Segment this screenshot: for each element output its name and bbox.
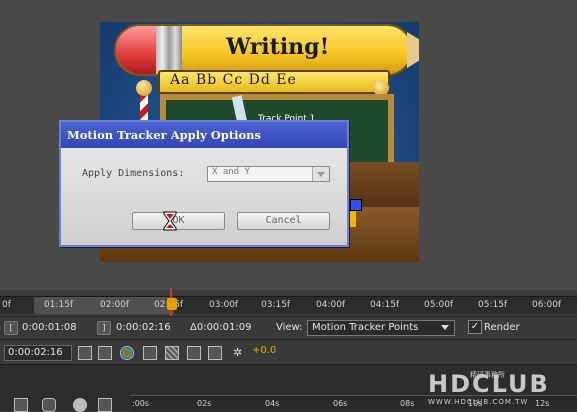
fast-previews-icon[interactable] bbox=[187, 346, 201, 360]
ruler-tick: 01:15f bbox=[44, 300, 74, 310]
color-channels-icon[interactable] bbox=[120, 346, 134, 360]
viewer-controls-row: [ 0:00:01:08 ] 0:00:02:16 Δ0:00:01:09 Vi… bbox=[0, 316, 577, 339]
current-time-marker[interactable] bbox=[167, 298, 177, 310]
dialog-title[interactable]: Motion Tracker Apply Options bbox=[61, 122, 347, 148]
chevron-down-icon[interactable] bbox=[312, 167, 329, 181]
timeline-tick: :00s bbox=[132, 399, 150, 408]
exposure-reset-icon[interactable]: ✲ bbox=[233, 346, 245, 359]
current-time-field[interactable]: 0:00:02:16 bbox=[4, 345, 72, 361]
set-in-point-icon[interactable]: [ bbox=[4, 321, 18, 335]
duration: Δ0:00:01:09 bbox=[190, 322, 252, 333]
timeline-tick: 04s bbox=[265, 399, 280, 408]
show-snapshot-icon[interactable] bbox=[98, 346, 112, 360]
apply-dimensions-label: Apply Dimensions: bbox=[82, 168, 185, 179]
ruler-tick: 06:00f bbox=[532, 300, 562, 310]
eraser-graphic bbox=[116, 26, 156, 74]
pencil-sign: Writing! bbox=[114, 24, 419, 76]
timeline-tick: 02s bbox=[197, 399, 212, 408]
alphabet-text: Aa Bb Cc Dd Ee bbox=[170, 72, 297, 88]
hdclub-watermark: HDCLUB 精研事務所 WWW.HDCLUB.COM.TW bbox=[428, 364, 577, 410]
ruler-tick: 05:00f bbox=[424, 300, 454, 310]
ok-button[interactable]: OK bbox=[132, 212, 225, 230]
dialog-body: Apply Dimensions: X and Y OK Cancel bbox=[61, 148, 347, 245]
ruler-tick: 04:00f bbox=[316, 300, 346, 310]
view-label: View: bbox=[276, 322, 303, 333]
timeline-tick: 08s bbox=[400, 399, 415, 408]
ruler-tick: 05:15f bbox=[478, 300, 508, 310]
apply-dimensions-select[interactable]: X and Y bbox=[207, 166, 330, 182]
pencil-tip-graphic bbox=[407, 32, 419, 68]
exposure-value[interactable]: +0.0 bbox=[252, 345, 276, 356]
watermark-url: WWW.HDCLUB.COM.TW bbox=[428, 398, 529, 406]
sign-title: Writing! bbox=[226, 34, 330, 60]
render-checkbox[interactable]: ✓ bbox=[468, 320, 482, 334]
hourglass-cursor-icon bbox=[163, 211, 177, 231]
alphabet-bar: Aa Bb Cc Dd Ee bbox=[158, 70, 390, 94]
ruler-tick: 03:15f bbox=[261, 300, 291, 310]
watermark-chinese: 精研事務所 bbox=[470, 371, 505, 379]
apply-dimensions-value: X and Y bbox=[212, 167, 250, 177]
timeline-tick: 06s bbox=[333, 399, 348, 408]
transparency-grid-icon[interactable] bbox=[165, 346, 179, 360]
left-pole-cap bbox=[136, 80, 152, 96]
ruler-tick: 0f bbox=[2, 300, 11, 310]
cancel-button[interactable]: Cancel bbox=[237, 212, 330, 230]
set-out-point-icon[interactable]: ] bbox=[97, 321, 111, 335]
motion-tracker-apply-dialog: Motion Tracker Apply Options Apply Dimen… bbox=[59, 120, 349, 247]
camera-icon[interactable] bbox=[78, 346, 92, 360]
composition-viewer: Writing! Aa Bb Cc Dd Ee Track Point 1 Mo… bbox=[0, 0, 577, 290]
viewer-toolbar-row: 0:00:02:16 ✲ +0.0 bbox=[0, 339, 577, 364]
ruler-tick: 03:00f bbox=[209, 300, 239, 310]
render-label: Render bbox=[484, 322, 520, 333]
ferrule-graphic bbox=[156, 26, 182, 74]
current-time: 0:00:02:16 bbox=[8, 347, 63, 358]
ruler-tick: 02:00f bbox=[100, 300, 130, 310]
view-select[interactable]: Motion Tracker Points bbox=[307, 320, 455, 336]
track-point-feature[interactable] bbox=[350, 199, 362, 211]
layer-icon[interactable] bbox=[208, 346, 222, 360]
region-of-interest-icon[interactable] bbox=[143, 346, 157, 360]
time-ruler[interactable]: 0f 01:15f 02:00f 02:15f 03:00f 03:15f 04… bbox=[0, 296, 577, 314]
in-time[interactable]: 0:00:01:08 bbox=[22, 322, 77, 333]
ruler-tick: 04:15f bbox=[370, 300, 400, 310]
out-time[interactable]: 0:00:02:16 bbox=[116, 322, 171, 333]
